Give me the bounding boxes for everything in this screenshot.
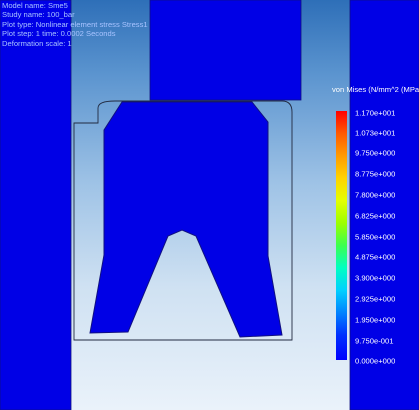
upper-plunger <box>149 0 302 101</box>
model-render <box>0 0 419 410</box>
legend-label: 1.170e+001 <box>355 108 396 118</box>
plot-type-text: Plot type: Nonlinear element stress Stre… <box>2 19 148 29</box>
plot-info-panel: Model name: Sme5 Study name: 100_bar Plo… <box>2 1 148 48</box>
model-name-text: Model name: Sme5 <box>2 1 68 10</box>
legend-label: 1.073e+001 <box>355 128 396 138</box>
legend-label: 0.000e+000 <box>355 356 396 366</box>
legend-label: 5.850e+000 <box>355 232 396 242</box>
legend-label: 1.950e+000 <box>355 315 396 325</box>
legend-label: 3.900e+000 <box>355 273 396 283</box>
legend-label: 4.875e+000 <box>355 252 396 262</box>
legend-label: 6.825e+000 <box>355 211 396 221</box>
right-wall <box>349 0 419 410</box>
legend-label: 2.925e+000 <box>355 294 396 304</box>
stress-colorbar <box>336 111 347 360</box>
legend-label: 9.750e-001 <box>355 336 394 346</box>
deformation-scale-text: Deformation scale: 1 <box>2 38 72 48</box>
study-name-text: Study name: 100_bar <box>2 10 75 20</box>
legend-label: 9.750e+000 <box>355 148 396 158</box>
plot-step-text: Plot step: 1 time: 0.0002 Seconds <box>2 29 116 39</box>
legend-label: 8.775e+000 <box>355 169 396 179</box>
seal-body <box>89 101 283 338</box>
left-wall <box>0 0 72 410</box>
legend-title: von Mises (N/mm^2 (MPa)) <box>332 85 419 94</box>
fea-viewport[interactable]: Model name: Sme5 Study name: 100_bar Plo… <box>0 0 419 410</box>
legend-label: 7.800e+000 <box>355 190 396 200</box>
